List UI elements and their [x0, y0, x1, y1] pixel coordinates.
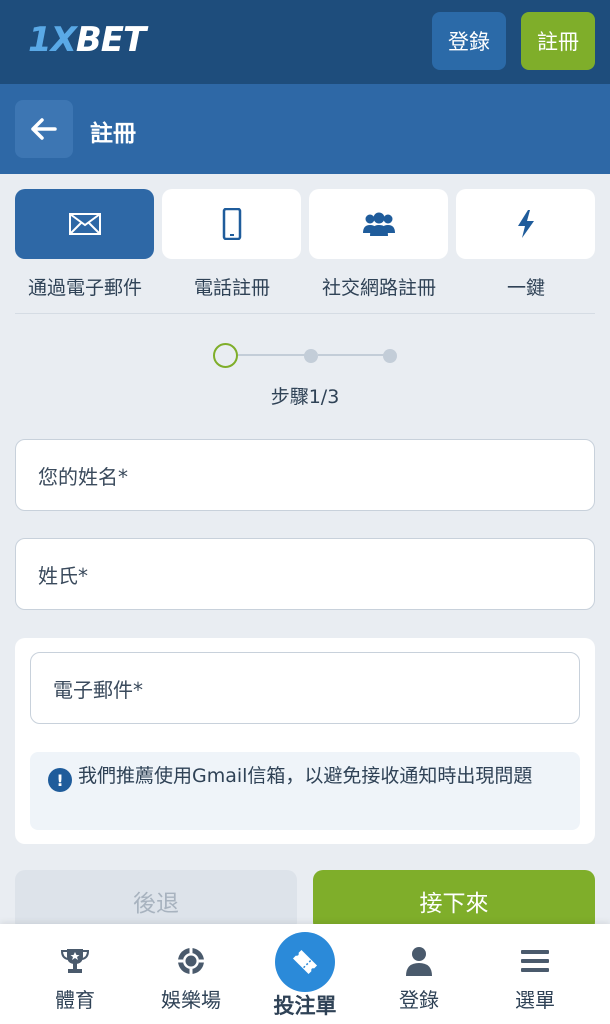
bottom-navigation: 體育 娛樂場 投注單 登錄 選單 [0, 924, 610, 1024]
nav-item-menu[interactable]: 選單 [480, 924, 590, 1024]
nav-label-sports: 體育 [55, 988, 95, 1012]
divider [15, 313, 595, 314]
method-email-label: 通過電子郵件 [27, 277, 142, 299]
nav-label-betslip: 投注單 [273, 994, 337, 1018]
method-oneclick-label: 一鍵 [506, 277, 545, 299]
nav-label-menu: 選單 [515, 988, 555, 1012]
top-header: 1X BET 登錄 註冊 [0, 0, 610, 84]
email-card: 電子郵件* ! 我們推薦使用Gmail信箱，以避免接收通知時出現問題 [15, 638, 595, 844]
next-step-button[interactable]: 接下來 [313, 870, 595, 932]
nav-label-casino: 娛樂場 [161, 988, 221, 1012]
method-phone-tab[interactable] [162, 189, 301, 259]
nav-item-sports[interactable]: 體育 [20, 924, 130, 1024]
menu-icon [521, 950, 549, 972]
email-field[interactable]: 電子郵件* [30, 652, 580, 724]
back-button[interactable] [15, 100, 73, 158]
arrow-left-icon [31, 118, 57, 140]
step-2-marker [304, 349, 318, 363]
step-connector [318, 354, 390, 356]
lightning-icon [517, 210, 534, 238]
step-3-marker [383, 349, 397, 363]
last-name-field[interactable]: 姓氏* [15, 538, 595, 610]
back-step-button[interactable]: 後退 [15, 870, 297, 932]
ticket-icon [292, 949, 318, 975]
page-title: 註冊 [90, 121, 136, 147]
nav-item-betslip[interactable] [275, 932, 335, 992]
method-email-tab[interactable] [15, 189, 154, 259]
info-icon: ! [48, 768, 72, 792]
nav-item-login[interactable]: 登錄 [364, 924, 474, 1024]
step-connector [238, 354, 310, 356]
notice-text: 我們推薦使用Gmail信箱，以避免接收通知時出現問題 [78, 765, 533, 787]
title-bar: 註冊 [0, 84, 610, 174]
method-social-tab[interactable] [309, 189, 448, 259]
nav-label-login: 登錄 [399, 988, 439, 1012]
nav-item-casino[interactable]: 娛樂場 [136, 924, 246, 1024]
gmail-notice: ! 我們推薦使用Gmail信箱，以避免接收通知時出現問題 [30, 752, 580, 830]
registration-methods: 通過電子郵件 電話註冊 社交網路註冊 一鍵 [15, 189, 595, 309]
method-phone-label: 電話註冊 [193, 277, 270, 299]
trophy-icon [60, 949, 90, 973]
step-indicator [210, 340, 400, 370]
email-placeholder: 電子郵件* [53, 677, 143, 702]
step-label: 步驟1/3 [270, 386, 340, 408]
method-social-label: 社交網路註冊 [321, 277, 436, 299]
brand-logo[interactable]: 1X BET [28, 20, 146, 60]
step-1-marker [213, 343, 238, 368]
first-name-placeholder: 您的姓名* [38, 464, 128, 489]
user-icon [406, 947, 432, 976]
envelope-icon [68, 213, 101, 235]
phone-icon [222, 208, 241, 240]
first-name-field[interactable]: 您的姓名* [15, 439, 595, 511]
casino-chip-icon [178, 948, 204, 974]
last-name-placeholder: 姓氏* [38, 563, 88, 588]
register-button[interactable]: 註冊 [521, 12, 595, 70]
users-icon [362, 212, 395, 236]
login-button[interactable]: 登錄 [432, 12, 506, 70]
method-oneclick-tab[interactable] [456, 189, 595, 259]
